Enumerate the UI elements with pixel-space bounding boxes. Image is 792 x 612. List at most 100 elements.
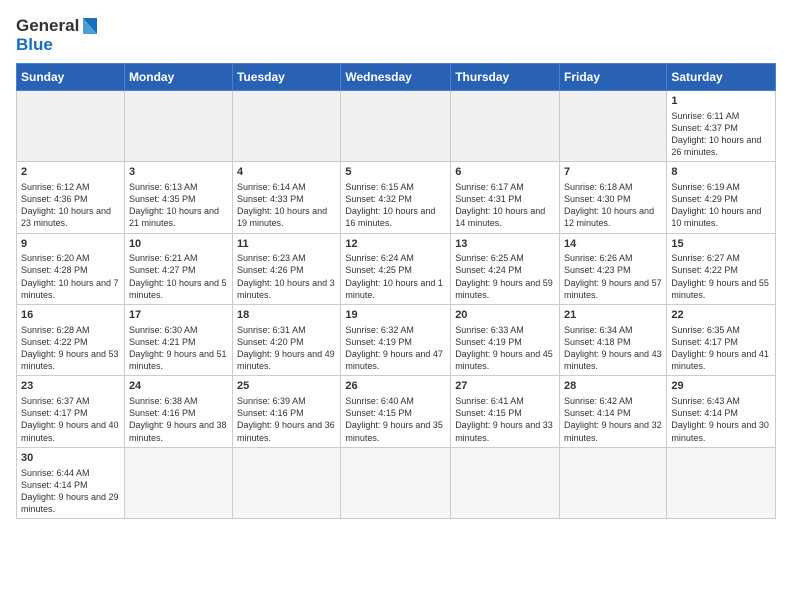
day-info: Sunrise: 6:13 AM Sunset: 4:35 PM Dayligh… bbox=[129, 181, 228, 230]
day-number: 29 bbox=[671, 379, 771, 394]
day-number: 26 bbox=[345, 379, 446, 394]
day-info: Sunrise: 6:44 AM Sunset: 4:14 PM Dayligh… bbox=[21, 467, 120, 516]
logo-triangle-icon bbox=[81, 16, 99, 36]
day-info: Sunrise: 6:40 AM Sunset: 4:15 PM Dayligh… bbox=[345, 395, 446, 444]
col-thursday: Thursday bbox=[451, 63, 560, 90]
day-number: 28 bbox=[564, 379, 662, 394]
calendar-day-cell bbox=[124, 90, 232, 161]
day-number: 21 bbox=[564, 308, 662, 323]
calendar-day-cell bbox=[17, 90, 125, 161]
calendar: Sunday Monday Tuesday Wednesday Thursday… bbox=[16, 63, 776, 519]
logo-general: General bbox=[16, 17, 79, 36]
day-info: Sunrise: 6:15 AM Sunset: 4:32 PM Dayligh… bbox=[345, 181, 446, 230]
day-info: Sunrise: 6:11 AM Sunset: 4:37 PM Dayligh… bbox=[671, 110, 771, 159]
day-info: Sunrise: 6:43 AM Sunset: 4:14 PM Dayligh… bbox=[671, 395, 771, 444]
calendar-day-cell bbox=[124, 447, 232, 518]
day-number: 27 bbox=[455, 379, 555, 394]
col-wednesday: Wednesday bbox=[341, 63, 451, 90]
calendar-day-cell bbox=[560, 90, 667, 161]
logo-container: General Blue bbox=[16, 16, 99, 55]
day-info: Sunrise: 6:41 AM Sunset: 4:15 PM Dayligh… bbox=[455, 395, 555, 444]
day-number: 22 bbox=[671, 308, 771, 323]
calendar-day-cell bbox=[667, 447, 776, 518]
calendar-day-cell: 26Sunrise: 6:40 AM Sunset: 4:15 PM Dayli… bbox=[341, 376, 451, 447]
calendar-day-cell bbox=[341, 447, 451, 518]
day-info: Sunrise: 6:28 AM Sunset: 4:22 PM Dayligh… bbox=[21, 324, 120, 373]
calendar-day-cell: 6Sunrise: 6:17 AM Sunset: 4:31 PM Daylig… bbox=[451, 162, 560, 233]
day-number: 17 bbox=[129, 308, 228, 323]
calendar-day-cell: 23Sunrise: 6:37 AM Sunset: 4:17 PM Dayli… bbox=[17, 376, 125, 447]
calendar-header-row: Sunday Monday Tuesday Wednesday Thursday… bbox=[17, 63, 776, 90]
header: General Blue bbox=[16, 16, 776, 55]
calendar-day-cell bbox=[560, 447, 667, 518]
calendar-day-cell: 29Sunrise: 6:43 AM Sunset: 4:14 PM Dayli… bbox=[667, 376, 776, 447]
calendar-week-row: 1Sunrise: 6:11 AM Sunset: 4:37 PM Daylig… bbox=[17, 90, 776, 161]
calendar-day-cell bbox=[451, 447, 560, 518]
day-number: 23 bbox=[21, 379, 120, 394]
day-number: 12 bbox=[345, 237, 446, 252]
page: General Blue Sunday Monday Tuesday Wedne… bbox=[0, 0, 792, 612]
day-number: 5 bbox=[345, 165, 446, 180]
day-info: Sunrise: 6:14 AM Sunset: 4:33 PM Dayligh… bbox=[237, 181, 336, 230]
calendar-day-cell: 2Sunrise: 6:12 AM Sunset: 4:36 PM Daylig… bbox=[17, 162, 125, 233]
col-sunday: Sunday bbox=[17, 63, 125, 90]
calendar-day-cell: 1Sunrise: 6:11 AM Sunset: 4:37 PM Daylig… bbox=[667, 90, 776, 161]
col-saturday: Saturday bbox=[667, 63, 776, 90]
day-info: Sunrise: 6:25 AM Sunset: 4:24 PM Dayligh… bbox=[455, 252, 555, 301]
day-number: 16 bbox=[21, 308, 120, 323]
day-info: Sunrise: 6:32 AM Sunset: 4:19 PM Dayligh… bbox=[345, 324, 446, 373]
calendar-day-cell: 27Sunrise: 6:41 AM Sunset: 4:15 PM Dayli… bbox=[451, 376, 560, 447]
day-info: Sunrise: 6:33 AM Sunset: 4:19 PM Dayligh… bbox=[455, 324, 555, 373]
day-info: Sunrise: 6:20 AM Sunset: 4:28 PM Dayligh… bbox=[21, 252, 120, 301]
calendar-day-cell: 4Sunrise: 6:14 AM Sunset: 4:33 PM Daylig… bbox=[233, 162, 341, 233]
col-monday: Monday bbox=[124, 63, 232, 90]
calendar-day-cell: 22Sunrise: 6:35 AM Sunset: 4:17 PM Dayli… bbox=[667, 304, 776, 375]
day-info: Sunrise: 6:26 AM Sunset: 4:23 PM Dayligh… bbox=[564, 252, 662, 301]
day-number: 8 bbox=[671, 165, 771, 180]
calendar-day-cell: 30Sunrise: 6:44 AM Sunset: 4:14 PM Dayli… bbox=[17, 447, 125, 518]
calendar-day-cell: 13Sunrise: 6:25 AM Sunset: 4:24 PM Dayli… bbox=[451, 233, 560, 304]
calendar-week-row: 30Sunrise: 6:44 AM Sunset: 4:14 PM Dayli… bbox=[17, 447, 776, 518]
day-info: Sunrise: 6:34 AM Sunset: 4:18 PM Dayligh… bbox=[564, 324, 662, 373]
calendar-day-cell: 25Sunrise: 6:39 AM Sunset: 4:16 PM Dayli… bbox=[233, 376, 341, 447]
day-number: 13 bbox=[455, 237, 555, 252]
day-number: 14 bbox=[564, 237, 662, 252]
calendar-day-cell: 5Sunrise: 6:15 AM Sunset: 4:32 PM Daylig… bbox=[341, 162, 451, 233]
day-number: 25 bbox=[237, 379, 336, 394]
day-number: 6 bbox=[455, 165, 555, 180]
day-info: Sunrise: 6:30 AM Sunset: 4:21 PM Dayligh… bbox=[129, 324, 228, 373]
calendar-week-row: 9Sunrise: 6:20 AM Sunset: 4:28 PM Daylig… bbox=[17, 233, 776, 304]
day-info: Sunrise: 6:21 AM Sunset: 4:27 PM Dayligh… bbox=[129, 252, 228, 301]
calendar-day-cell bbox=[233, 447, 341, 518]
day-number: 2 bbox=[21, 165, 120, 180]
day-number: 11 bbox=[237, 237, 336, 252]
calendar-day-cell: 11Sunrise: 6:23 AM Sunset: 4:26 PM Dayli… bbox=[233, 233, 341, 304]
col-tuesday: Tuesday bbox=[233, 63, 341, 90]
calendar-day-cell: 3Sunrise: 6:13 AM Sunset: 4:35 PM Daylig… bbox=[124, 162, 232, 233]
calendar-week-row: 16Sunrise: 6:28 AM Sunset: 4:22 PM Dayli… bbox=[17, 304, 776, 375]
day-info: Sunrise: 6:23 AM Sunset: 4:26 PM Dayligh… bbox=[237, 252, 336, 301]
calendar-day-cell: 10Sunrise: 6:21 AM Sunset: 4:27 PM Dayli… bbox=[124, 233, 232, 304]
day-info: Sunrise: 6:39 AM Sunset: 4:16 PM Dayligh… bbox=[237, 395, 336, 444]
day-number: 9 bbox=[21, 237, 120, 252]
logo: General Blue bbox=[16, 16, 99, 55]
day-number: 30 bbox=[21, 451, 120, 466]
day-info: Sunrise: 6:38 AM Sunset: 4:16 PM Dayligh… bbox=[129, 395, 228, 444]
day-number: 15 bbox=[671, 237, 771, 252]
calendar-day-cell bbox=[451, 90, 560, 161]
day-number: 7 bbox=[564, 165, 662, 180]
calendar-day-cell: 9Sunrise: 6:20 AM Sunset: 4:28 PM Daylig… bbox=[17, 233, 125, 304]
calendar-week-row: 23Sunrise: 6:37 AM Sunset: 4:17 PM Dayli… bbox=[17, 376, 776, 447]
calendar-day-cell: 24Sunrise: 6:38 AM Sunset: 4:16 PM Dayli… bbox=[124, 376, 232, 447]
calendar-day-cell: 17Sunrise: 6:30 AM Sunset: 4:21 PM Dayli… bbox=[124, 304, 232, 375]
day-number: 3 bbox=[129, 165, 228, 180]
calendar-day-cell bbox=[233, 90, 341, 161]
day-info: Sunrise: 6:31 AM Sunset: 4:20 PM Dayligh… bbox=[237, 324, 336, 373]
calendar-day-cell: 20Sunrise: 6:33 AM Sunset: 4:19 PM Dayli… bbox=[451, 304, 560, 375]
calendar-day-cell: 7Sunrise: 6:18 AM Sunset: 4:30 PM Daylig… bbox=[560, 162, 667, 233]
calendar-day-cell: 21Sunrise: 6:34 AM Sunset: 4:18 PM Dayli… bbox=[560, 304, 667, 375]
col-friday: Friday bbox=[560, 63, 667, 90]
calendar-day-cell: 8Sunrise: 6:19 AM Sunset: 4:29 PM Daylig… bbox=[667, 162, 776, 233]
calendar-day-cell bbox=[341, 90, 451, 161]
day-info: Sunrise: 6:17 AM Sunset: 4:31 PM Dayligh… bbox=[455, 181, 555, 230]
